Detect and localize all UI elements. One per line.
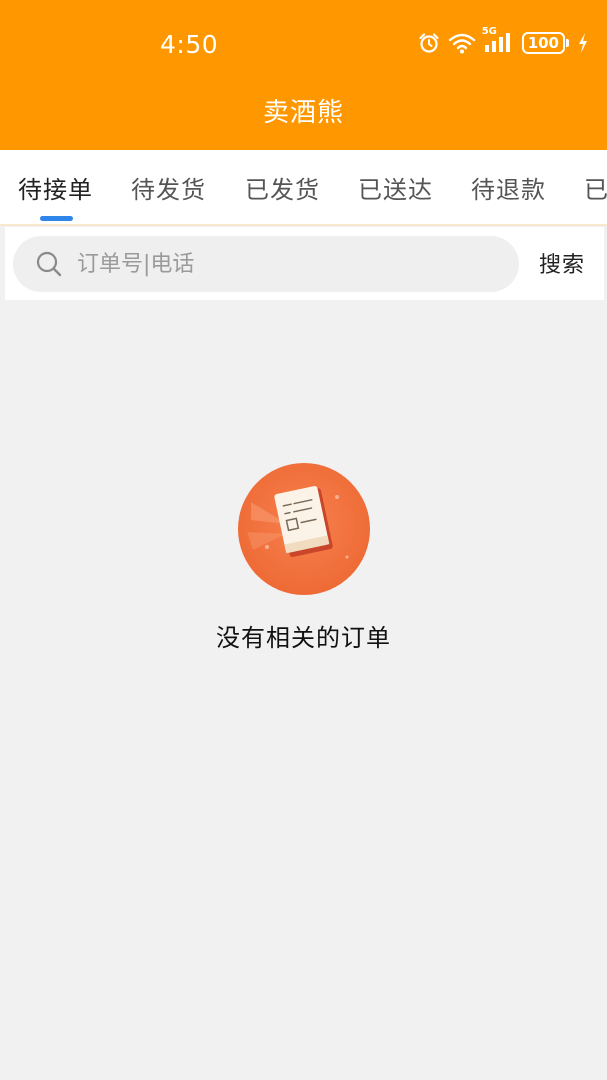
battery-icon: 100: [521, 32, 569, 54]
search-icon: [35, 250, 63, 282]
signal-icon: 5G: [482, 26, 514, 54]
search-box[interactable]: [13, 236, 519, 292]
status-icons: 5G 100: [418, 26, 589, 54]
charging-icon: [577, 32, 589, 54]
app-header: 4:50 5G 100 卖酒熊: [0, 0, 607, 150]
alarm-icon: [418, 32, 440, 54]
battery-tip: [566, 39, 569, 47]
order-tabs: 待接单 待发货 已发货 已送达 待退款 已: [0, 150, 607, 226]
tab-pending-ship[interactable]: 待发货: [131, 170, 206, 205]
tab-active-indicator: [40, 216, 73, 221]
search-button[interactable]: 搜索: [539, 247, 585, 279]
empty-message: 没有相关的订单: [216, 624, 391, 652]
battery-level: 100: [521, 32, 565, 54]
status-time: 4:50: [160, 30, 219, 59]
status-bar: 4:50 5G 100: [0, 0, 607, 90]
empty-orders-icon: [237, 462, 371, 600]
network-type: 5G: [481, 26, 497, 37]
tab-shipped[interactable]: 已发货: [245, 170, 320, 205]
wifi-icon: [448, 32, 476, 54]
search-input[interactable]: [77, 236, 497, 292]
search-panel: 搜索: [5, 227, 604, 300]
tab-delivered[interactable]: 已送达: [358, 170, 433, 205]
tab-pending-accept[interactable]: 待接单: [18, 170, 93, 205]
page-title: 卖酒熊: [262, 98, 344, 128]
tab-pending-refund[interactable]: 待退款: [471, 170, 546, 205]
tab-more[interactable]: 已: [584, 170, 607, 205]
